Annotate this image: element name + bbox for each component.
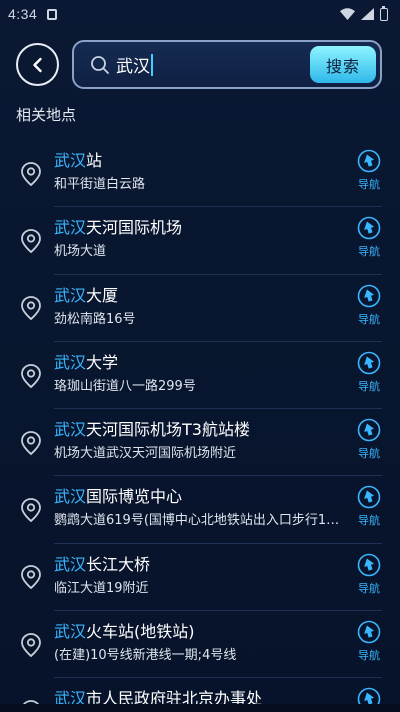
location-pin-icon	[21, 296, 41, 321]
navigate-label: 导航	[358, 447, 380, 461]
item-text: 武汉国际博览中心 鹦鹉大道619号(国博中心北地铁站出入口步行150...	[54, 486, 344, 531]
search-button[interactable]: 搜索	[310, 46, 376, 83]
list-item[interactable]: 武汉大厦 劲松南路16号 导航	[0, 275, 400, 343]
navigate-label: 导航	[358, 245, 380, 259]
status-indicators	[340, 5, 388, 21]
place-name: 武汉大厦	[54, 285, 344, 307]
place-name-highlight: 武汉	[54, 352, 87, 372]
place-name-rest: 国际博览中心	[86, 487, 183, 507]
navigation-arrow-icon	[357, 620, 381, 644]
list-item[interactable]: 武汉火车站(地铁站) (在建)10号线新港线一期;4号线 导航	[0, 611, 400, 679]
place-name-highlight: 武汉	[54, 218, 87, 238]
navigate-button[interactable]: 导航	[354, 418, 384, 461]
app-screen: 4:34 武汉 搜索 相关地点 武汉站 和平街道白云路 导航 武汉天河国际机场 …	[0, 0, 400, 712]
battery-icon	[380, 5, 388, 21]
place-name-rest: 长江大桥	[86, 554, 151, 574]
navigate-label: 导航	[358, 581, 380, 595]
list-item[interactable]: 武汉国际博览中心 鹦鹉大道619号(国博中心北地铁站出入口步行150... 导航	[0, 476, 400, 545]
place-address: 劲松南路16号	[54, 311, 136, 327]
signal-icon	[361, 8, 374, 20]
navigation-arrow-icon	[357, 486, 381, 509]
item-text: 武汉天河国际机场T3航站楼 机场大道武汉天河国际机场附近	[54, 419, 344, 464]
place-name: 武汉火车站(地铁站)	[54, 621, 344, 643]
search-query-text: 武汉	[116, 57, 150, 77]
list-item[interactable]: 武汉大学 珞珈山街道八一路299号 导航	[0, 342, 400, 410]
item-text: 武汉火车站(地铁站) (在建)10号线新港线一期;4号线	[54, 621, 344, 666]
navigation-arrow-icon	[357, 553, 381, 577]
result-list: 武汉站 和平街道白云路 导航 武汉天河国际机场 机场大道 导航 武汉大厦 劲松南…	[0, 140, 400, 712]
location-pin-icon	[21, 229, 41, 254]
list-item[interactable]: 武汉站 和平街道白云路 导航	[0, 140, 400, 208]
navigate-button[interactable]: 导航	[354, 485, 384, 528]
place-name: 武汉天河国际机场T3航站楼	[54, 419, 344, 441]
location-pin-icon	[21, 498, 41, 523]
item-text: 武汉大厦 劲松南路16号	[54, 285, 344, 330]
place-name-highlight: 武汉	[54, 151, 87, 170]
notification-app-icon	[47, 8, 58, 20]
location-pin-icon	[21, 565, 41, 590]
status-bar: 4:34	[0, 0, 400, 28]
text-cursor	[151, 53, 153, 76]
place-address: 临江大道19附近	[54, 580, 149, 596]
location-pin-icon	[21, 161, 41, 186]
place-name: 武汉长江大桥	[54, 554, 344, 576]
navigate-button[interactable]: 导航	[354, 351, 384, 394]
item-text: 武汉长江大桥 临江大道19附近	[54, 554, 344, 599]
location-pin-icon	[21, 430, 41, 455]
place-name: 武汉站	[54, 150, 344, 172]
search-icon	[91, 55, 109, 74]
place-name-rest: 大厦	[86, 285, 119, 305]
navigate-label: 导航	[358, 379, 380, 393]
navigate-button[interactable]: 导航	[354, 216, 384, 259]
place-name-highlight: 武汉	[54, 554, 87, 574]
place-address: (在建)10号线新港线一期;4号线	[54, 648, 237, 664]
place-name: 武汉大学	[54, 352, 344, 374]
navigation-arrow-icon	[357, 284, 381, 307]
section-title: 相关地点	[16, 106, 77, 124]
location-pin-icon	[21, 363, 41, 388]
search-box[interactable]: 武汉 搜索	[72, 40, 382, 89]
navigate-label: 导航	[358, 312, 380, 326]
navigate-button[interactable]: 导航	[354, 553, 384, 596]
place-name-highlight: 武汉	[54, 420, 87, 440]
list-item[interactable]: 武汉天河国际机场T3航站楼 机场大道武汉天河国际机场附近 导航	[0, 409, 400, 477]
navigate-button[interactable]: 导航	[354, 620, 384, 663]
place-name-rest: 天河国际机场	[86, 218, 183, 238]
place-name-rest: 大学	[86, 352, 119, 372]
wifi-icon	[340, 8, 355, 20]
place-name-rest: 站	[86, 151, 103, 170]
navigation-arrow-icon	[357, 149, 381, 173]
item-text: 武汉天河国际机场 机场大道	[54, 217, 344, 262]
navigate-button[interactable]: 导航	[354, 149, 384, 192]
place-name: 武汉国际博览中心	[54, 486, 344, 508]
navigate-button[interactable]: 导航	[354, 284, 384, 327]
item-text: 武汉大学 珞珈山街道八一路299号	[54, 352, 344, 397]
place-name-rest: 天河国际机场T3航站楼	[86, 420, 250, 440]
place-address: 机场大道武汉天河国际机场附近	[54, 446, 237, 462]
place-name: 武汉天河国际机场	[54, 217, 344, 239]
navigation-arrow-icon	[357, 216, 381, 240]
navigate-label: 导航	[358, 514, 380, 528]
back-button[interactable]	[16, 43, 59, 86]
place-name-rest: 火车站(地铁站)	[86, 622, 195, 642]
list-item[interactable]: 武汉天河国际机场 机场大道 导航	[0, 207, 400, 275]
navigation-bar	[0, 704, 400, 712]
place-address: 珞珈山街道八一路299号	[54, 378, 196, 394]
place-name-highlight: 武汉	[54, 622, 87, 642]
place-name-highlight: 武汉	[54, 487, 87, 507]
place-address: 机场大道	[54, 244, 107, 260]
navigate-label: 导航	[358, 178, 380, 191]
place-address: 鹦鹉大道619号(国博中心北地铁站出入口步行150...	[54, 513, 344, 529]
place-name-highlight: 武汉	[54, 285, 87, 305]
list-item[interactable]: 武汉长江大桥 临江大道19附近 导航	[0, 544, 400, 612]
navigation-arrow-icon	[357, 351, 381, 375]
navigate-label: 导航	[358, 649, 380, 663]
location-pin-icon	[21, 632, 41, 657]
navigation-arrow-icon	[357, 418, 381, 442]
item-text: 武汉站 和平街道白云路	[54, 150, 344, 195]
place-address: 和平街道白云路	[54, 177, 146, 192]
chevron-left-icon	[32, 57, 42, 72]
status-time: 4:34	[8, 6, 38, 22]
